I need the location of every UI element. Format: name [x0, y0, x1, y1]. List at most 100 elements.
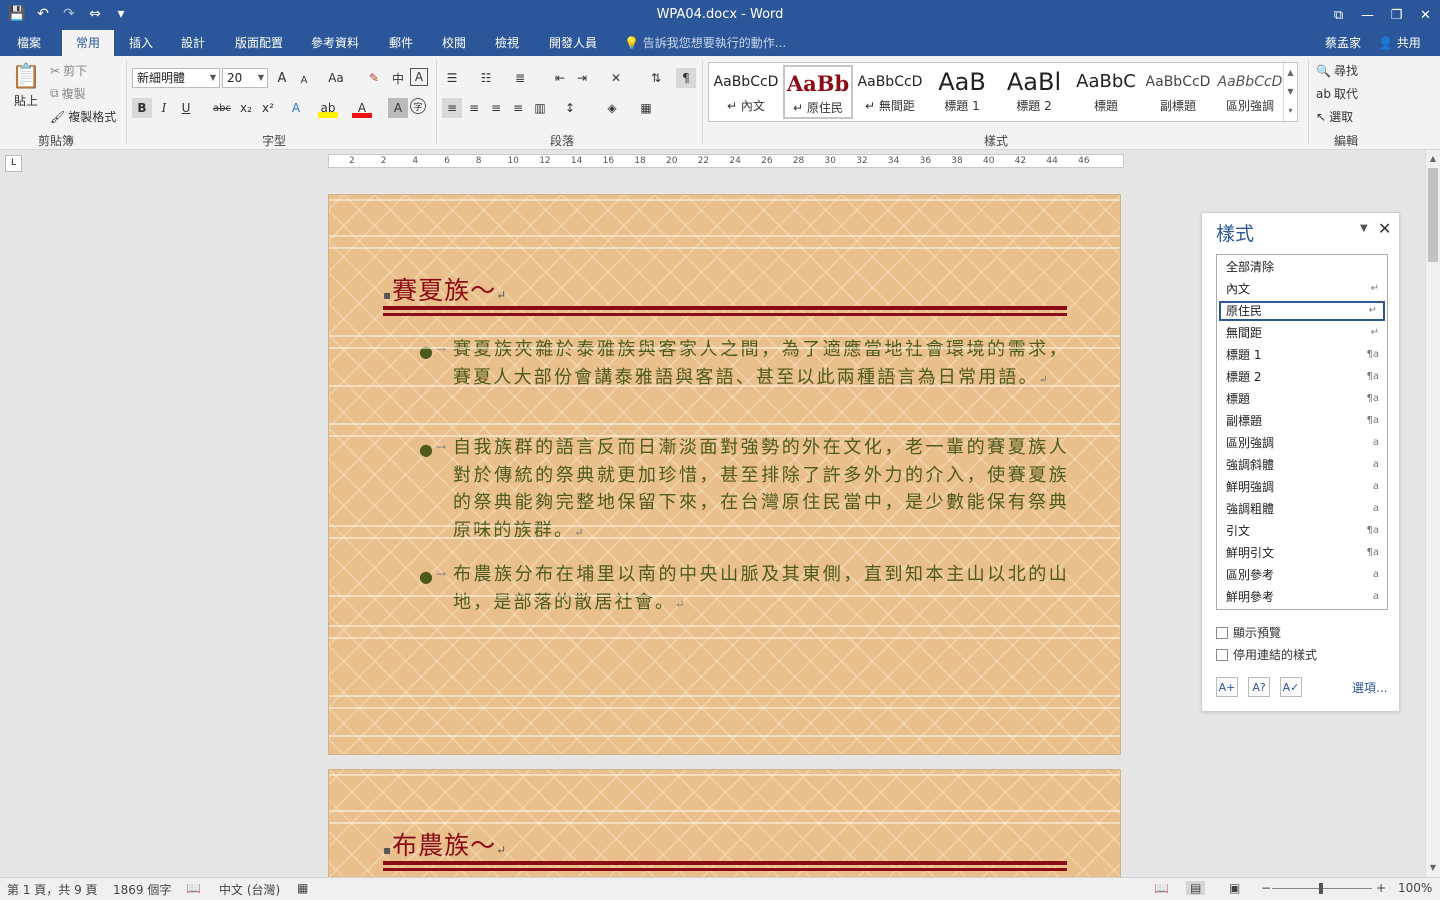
style-list-item[interactable]: 標題 1 ¶a	[1219, 345, 1385, 365]
font-color-icon[interactable]: A	[352, 98, 372, 118]
zoom-level[interactable]: 100%	[1398, 881, 1432, 895]
options-link[interactable]: 選項...	[1352, 679, 1387, 696]
scroll-up-icon[interactable]: ▲	[1426, 152, 1440, 166]
tab-file[interactable]: 檔案	[6, 30, 52, 56]
tab-mailings[interactable]: 郵件	[378, 30, 424, 56]
asian-layout-icon[interactable]: ✕	[606, 68, 626, 88]
clear-format-icon[interactable]: ✎	[364, 68, 384, 88]
tab-view[interactable]: 檢視	[484, 30, 530, 56]
borders-icon[interactable]: ▦	[636, 98, 656, 118]
word-count[interactable]: 1869 個字	[113, 881, 171, 898]
web-layout-icon[interactable]: ▣	[1229, 881, 1240, 895]
style-list-item[interactable]: 鮮明引文 ¶a	[1219, 543, 1385, 563]
style-list-item[interactable]: 無間距 ↵	[1219, 323, 1385, 343]
font-name-dropdown[interactable]: 新細明體 ▼	[132, 68, 220, 88]
gallery-scroll[interactable]: ▲ ▼ ▾	[1283, 63, 1297, 121]
style-list-item[interactable]: 全部清除	[1219, 257, 1385, 277]
superscript-button[interactable]: x²	[258, 98, 278, 118]
style-inspector-icon[interactable]: A?	[1248, 677, 1270, 697]
style-list-item[interactable]: 強調斜體 a	[1219, 455, 1385, 475]
macro-icon[interactable]: ▦	[297, 881, 308, 895]
replace-button[interactable]: ab 取代	[1316, 85, 1358, 102]
style-normal[interactable]: AaBbCcD ↵ 內文	[711, 65, 781, 119]
new-style-icon[interactable]: A+	[1216, 677, 1238, 697]
list-item[interactable]: ● → 自我族群的語言反而日漸淡面對強勢的外在文化，老一輩的賽夏族人對於傳統的祭典…	[419, 434, 1069, 546]
bullets-icon[interactable]: ☰	[442, 68, 462, 88]
style-no-spacing[interactable]: AaBbCcD ↵ 無間距	[855, 65, 925, 119]
style-aboriginal[interactable]: AaBb ↵ 原住民	[783, 65, 853, 119]
scroll-thumb[interactable]	[1428, 168, 1438, 262]
scroll-down-icon[interactable]: ▼	[1426, 861, 1440, 875]
horizontal-ruler[interactable]: 2 2 4 6 8 10 12 14 16 18 20 22 24 26 28 30 32 34 36 38 40 42 4…	[328, 154, 1124, 168]
manage-styles-icon[interactable]: A✓	[1280, 677, 1302, 697]
zoom-in-button[interactable]: +	[1376, 881, 1386, 895]
proofing-icon[interactable]: 📖	[186, 881, 201, 895]
align-left-icon[interactable]: ≡	[442, 98, 462, 118]
section-heading[interactable]: ▪賽夏族～↵	[383, 271, 507, 307]
font-size-dropdown[interactable]: 20 ▼	[222, 68, 268, 88]
style-list-item[interactable]: 引文 ¶a	[1219, 521, 1385, 541]
vertical-scrollbar[interactable]: ▲ ▼	[1425, 150, 1440, 877]
page[interactable]: ▪賽夏族～↵ ● → 賽夏族夾雜於泰雅族與客家人之間，為了適應當地社會環境的需求，…	[328, 194, 1121, 755]
tab-home[interactable]: 常用	[62, 30, 114, 56]
style-list-item[interactable]: 副標題 ¶a	[1219, 411, 1385, 431]
multilevel-list-icon[interactable]: ≣	[510, 68, 530, 88]
decrease-indent-icon[interactable]: ⇤	[550, 68, 570, 88]
char-shading-icon[interactable]: A	[388, 98, 408, 118]
share-button[interactable]: 👤 共用	[1378, 30, 1421, 56]
user-name[interactable]: 蔡孟家	[1325, 30, 1361, 56]
tab-insert[interactable]: 插入	[118, 30, 164, 56]
cut-button[interactable]: ✂ 剪下	[50, 62, 87, 79]
shading-icon[interactable]: ◈	[602, 98, 622, 118]
style-title[interactable]: AaBbC 標題	[1071, 65, 1141, 119]
tab-developer[interactable]: 開發人員	[540, 30, 606, 56]
numbering-icon[interactable]: ☷	[476, 68, 496, 88]
tab-design[interactable]: 設計	[170, 30, 216, 56]
minimize-icon[interactable]: —	[1353, 0, 1382, 30]
bold-button[interactable]: B	[132, 98, 152, 118]
align-center-icon[interactable]: ≡	[464, 98, 484, 118]
style-list-item[interactable]: 鮮明強調 a	[1219, 477, 1385, 497]
format-painter-button[interactable]: 🖌 複製格式	[50, 108, 116, 125]
zoom-slider-thumb[interactable]	[1319, 883, 1323, 894]
section-heading[interactable]: ▪布農族～↵	[383, 826, 507, 862]
subscript-button[interactable]: x₂	[236, 98, 256, 118]
copy-button[interactable]: ⧉ 複製	[50, 85, 86, 102]
close-icon[interactable]: ✕	[1378, 219, 1391, 238]
show-marks-icon[interactable]: ¶	[676, 68, 696, 88]
text-effects-icon[interactable]: A	[286, 98, 306, 118]
style-list-item[interactable]: 區別強調 a	[1219, 433, 1385, 453]
ribbon-display-icon[interactable]: ⧉	[1324, 0, 1353, 30]
strikethrough-button[interactable]: abc	[210, 98, 234, 118]
style-heading-1[interactable]: AaB 標題 1	[927, 65, 997, 119]
line-spacing-icon[interactable]: ↕	[560, 98, 580, 118]
select-button[interactable]: ↖ 選取	[1316, 108, 1353, 125]
sort-icon[interactable]: ⇅	[646, 68, 666, 88]
grow-font-icon[interactable]: A	[272, 68, 292, 88]
tab-layout[interactable]: 版面配置	[226, 30, 292, 56]
page[interactable]: ▪布農族～↵	[328, 769, 1121, 877]
style-list-item[interactable]: 內文 ↵	[1219, 279, 1385, 299]
style-list-item[interactable]: 區別參考 a	[1219, 565, 1385, 585]
style-list-item[interactable]: 原住民 ↵	[1219, 301, 1385, 321]
style-list-item[interactable]: 強調粗體 a	[1219, 499, 1385, 519]
close-icon[interactable]: ✕	[1411, 0, 1440, 30]
style-subtitle[interactable]: AaBbCcD 副標題	[1143, 65, 1213, 119]
style-list-item[interactable]: 標題 2 ¶a	[1219, 367, 1385, 387]
style-subtle-emphasis[interactable]: AaBbCcD 區別強調	[1215, 65, 1285, 119]
paste-button[interactable]: 📋 貼上	[8, 62, 44, 109]
increase-indent-icon[interactable]: ⇥	[572, 68, 592, 88]
italic-button[interactable]: I	[154, 98, 174, 118]
show-preview-checkbox[interactable]: 顯示預覽	[1216, 624, 1281, 641]
chevron-down-icon[interactable]: ▼	[1360, 223, 1368, 234]
style-list-item[interactable]: 鮮明參考 a	[1219, 587, 1385, 607]
phonetic-guide-icon[interactable]: 中	[388, 68, 408, 88]
char-border-icon[interactable]: A	[410, 68, 428, 86]
style-list-item[interactable]: 標題 ¶a	[1219, 389, 1385, 409]
tab-selector[interactable]: L	[5, 155, 22, 172]
print-layout-icon[interactable]: ▤	[1186, 881, 1206, 895]
underline-button[interactable]: U	[176, 98, 196, 118]
change-case-button[interactable]: Aa	[322, 68, 350, 88]
align-right-icon[interactable]: ≡	[486, 98, 506, 118]
zoom-out-button[interactable]: −	[1261, 881, 1271, 895]
